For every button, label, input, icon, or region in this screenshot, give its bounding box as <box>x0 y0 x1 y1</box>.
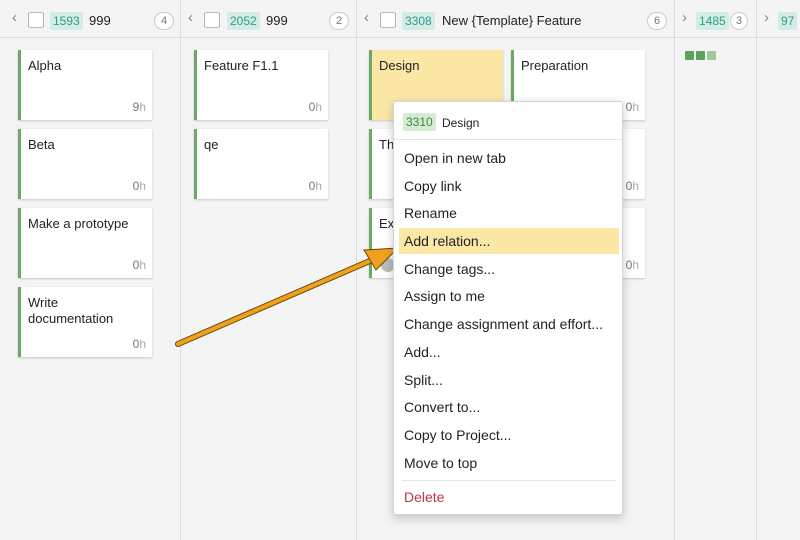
card-title: qe <box>204 137 219 152</box>
card-effort: 0h <box>625 179 639 193</box>
menu-add-relation[interactable]: Add relation... <box>399 228 619 254</box>
column-1593: ‹ 1593 999 4 Alpha 9h Beta 0h Make a pro… <box>0 0 181 540</box>
menu-add[interactable]: Add... <box>399 339 619 365</box>
chevron-left-icon[interactable]: ‹ <box>364 10 374 25</box>
card-title: Beta <box>28 137 55 152</box>
column-97: › 97 <box>757 0 800 540</box>
column-title: New {Template} Feature <box>442 13 582 28</box>
card-title: Make a prototype <box>28 216 129 231</box>
card-feature-f1-1[interactable]: Feature F1.1 0h <box>194 50 328 120</box>
column-header: ‹ 1593 999 4 <box>0 0 180 38</box>
card-title: Preparation <box>521 58 589 73</box>
column-id-badge[interactable]: 1485 <box>696 12 729 30</box>
card-title: Alpha <box>28 58 62 73</box>
card-title: Design <box>379 58 420 73</box>
column-header: ‹ 3308 New {Template} Feature 6 <box>357 0 674 38</box>
menu-change-tags[interactable]: Change tags... <box>399 256 619 282</box>
context-menu-header: 3310 Design <box>394 102 622 140</box>
column-title: 999 <box>89 13 111 28</box>
card-alpha[interactable]: Alpha 9h <box>18 50 152 120</box>
menu-copy-to-project[interactable]: Copy to Project... <box>399 422 619 448</box>
menu-split[interactable]: Split... <box>399 367 619 393</box>
column-select-checkbox[interactable] <box>380 12 396 28</box>
chevron-right-icon[interactable]: › <box>682 10 692 25</box>
chevron-left-icon[interactable]: ‹ <box>12 10 22 25</box>
card-effort: 9h <box>132 100 146 114</box>
column-header: › 1485 3 <box>675 0 756 38</box>
collapsed-card-indicators <box>685 47 718 65</box>
column-count-badge: 6 <box>647 12 667 30</box>
card-effort: 0h <box>625 100 639 114</box>
column-id-badge[interactable]: 2052 <box>227 12 260 30</box>
column-header: › 97 <box>757 0 800 38</box>
card-effort: 0h <box>132 337 146 351</box>
column-count-badge: 2 <box>329 12 349 30</box>
context-menu: 3310 Design Open in new tab Copy link Re… <box>393 101 623 515</box>
column-select-checkbox[interactable] <box>28 12 44 28</box>
card-qe[interactable]: qe 0h <box>194 129 328 199</box>
card-effort: 0h <box>132 258 146 272</box>
column-id-badge[interactable]: 3308 <box>402 12 435 30</box>
menu-item-title: Design <box>442 116 480 130</box>
card-beta[interactable]: Beta 0h <box>18 129 152 199</box>
card-effort: 0h <box>308 179 322 193</box>
card-indicator <box>696 51 705 60</box>
menu-open-in-new-tab[interactable]: Open in new tab <box>399 145 619 171</box>
menu-copy-link[interactable]: Copy link <box>399 173 619 199</box>
chevron-left-icon[interactable]: ‹ <box>188 10 198 25</box>
column-title: 999 <box>266 13 288 28</box>
menu-convert-to[interactable]: Convert to... <box>399 394 619 420</box>
card-make-a-prototype[interactable]: Make a prototype 0h <box>18 208 152 278</box>
column-select-checkbox[interactable] <box>204 12 220 28</box>
column-id-badge[interactable]: 97 <box>778 12 798 30</box>
menu-move-to-top[interactable]: Move to top <box>399 450 619 476</box>
card-write-documentation[interactable]: Write documentation 0h <box>18 287 152 357</box>
menu-delete[interactable]: Delete <box>399 484 619 510</box>
card-effort: 0h <box>308 100 322 114</box>
menu-assign-to-me[interactable]: Assign to me <box>399 283 619 309</box>
menu-item-id-badge: 3310 <box>403 113 436 131</box>
card-title: Feature F1.1 <box>204 58 279 73</box>
column-2052: ‹ 2052 999 2 Feature F1.1 0h qe 0h <box>181 0 357 540</box>
card-indicator <box>707 51 716 60</box>
card-effort: 0h <box>132 179 146 193</box>
menu-change-assignment-effort[interactable]: Change assignment and effort... <box>399 311 619 337</box>
column-header: ‹ 2052 999 2 <box>181 0 356 38</box>
card-effort: 0h <box>625 258 639 272</box>
card-title: Write documentation <box>28 295 114 326</box>
menu-rename[interactable]: Rename <box>399 200 619 226</box>
column-1485: › 1485 3 <box>675 0 757 540</box>
column-id-badge[interactable]: 1593 <box>50 12 83 30</box>
card-indicator <box>685 51 694 60</box>
menu-separator <box>402 480 616 481</box>
chevron-right-icon[interactable]: › <box>764 10 774 25</box>
column-count-badge: 4 <box>154 12 174 30</box>
column-count-badge: 3 <box>730 12 748 30</box>
